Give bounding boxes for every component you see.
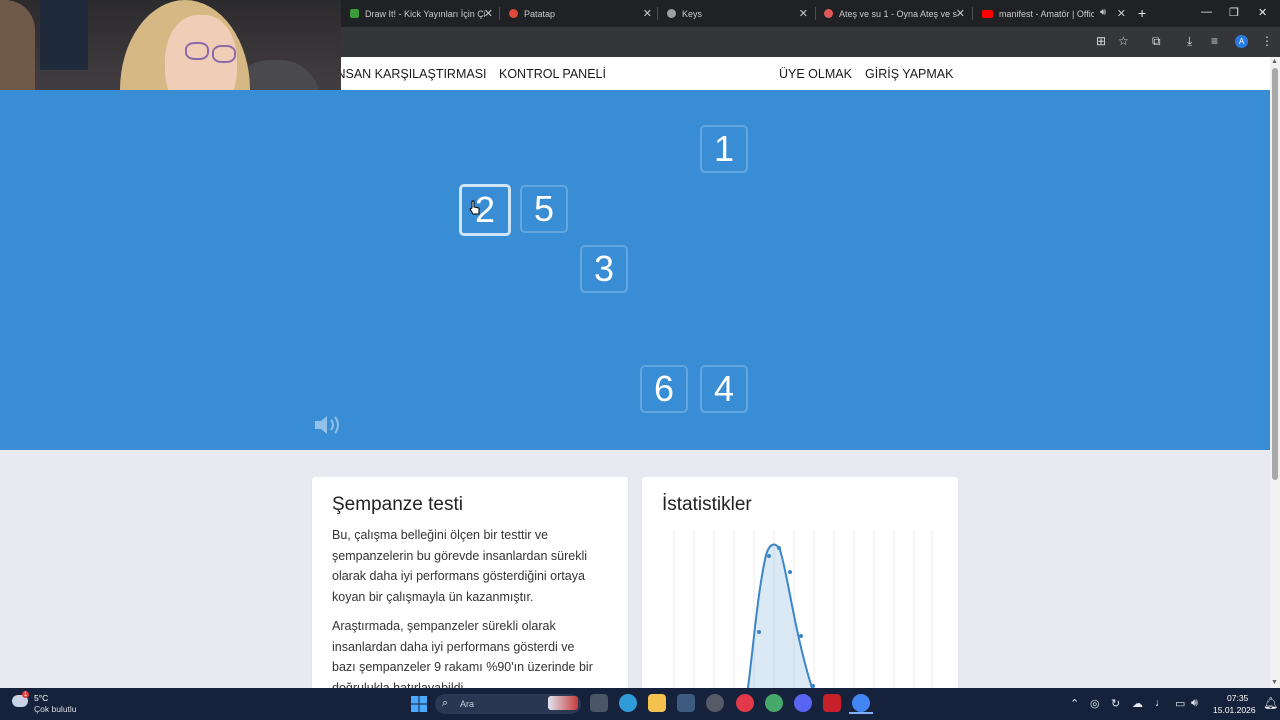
- browser-tab[interactable]: Ateş ve su 1 - Oyna Ateş ve su ✕: [824, 0, 967, 27]
- info-paragraph-2: Araştırmada, şempanzeler sürekli olarak …: [332, 619, 593, 688]
- nav-login[interactable]: GİRİŞ YAPMAK: [865, 67, 953, 81]
- scroll-up-icon[interactable]: ▲: [1271, 58, 1278, 65]
- close-icon[interactable]: ✕: [799, 7, 808, 20]
- tab-label: Ateş ve su 1 - Oyna Ateş ve su: [839, 8, 957, 19]
- tab-label: Keys: [682, 8, 703, 19]
- info-paragraph-1: Bu, çalışma belleğini ölçen bir testtir …: [332, 528, 588, 604]
- app-icon[interactable]: [823, 694, 841, 712]
- search-highlight-image: [548, 696, 578, 710]
- minimize-icon[interactable]: —: [1201, 6, 1212, 18]
- close-icon[interactable]: ✕: [484, 7, 493, 20]
- chrome-icon[interactable]: [852, 694, 870, 712]
- discord-icon[interactable]: [794, 694, 812, 712]
- tab-separator: [499, 7, 500, 20]
- active-app-indicator: [849, 712, 873, 714]
- onedrive-icon[interactable]: ☁: [1132, 697, 1143, 710]
- windows-start-icon[interactable]: [411, 696, 427, 712]
- obs-icon[interactable]: [706, 694, 724, 712]
- weather-alert-badge: 1: [22, 691, 29, 698]
- number-tile[interactable]: 5: [520, 185, 568, 233]
- nav-dashboard[interactable]: KONTROL PANELİ: [499, 67, 606, 81]
- close-icon[interactable]: ✕: [1117, 7, 1126, 20]
- weather-temp[interactable]: 5°C: [34, 693, 48, 703]
- browser-tab[interactable]: manifest - Amatör | Official 🔊︎ ✕: [982, 0, 1128, 27]
- browser-tab[interactable]: Patatap ✕: [509, 0, 654, 27]
- tray-app-icon[interactable]: ◎: [1090, 697, 1100, 710]
- scroll-down-icon[interactable]: ▼: [1271, 679, 1278, 686]
- taskbar-search-placeholder: Ara: [460, 699, 475, 709]
- nav-human-comparison[interactable]: İNSAN KARŞILAŞTIRMASI: [333, 67, 487, 81]
- browser-tab[interactable]: Keys ✕: [667, 0, 810, 27]
- speaker-icon[interactable]: 🔊︎: [1100, 7, 1106, 18]
- new-tab-button[interactable]: +: [1138, 5, 1146, 21]
- nav-signup[interactable]: ÜYE OLMAK: [779, 67, 852, 81]
- restore-icon[interactable]: ❐: [1229, 6, 1239, 19]
- globe-icon: [667, 9, 676, 18]
- stats-card-title: İstatistikler: [662, 494, 752, 515]
- tab-favicon-icon: [509, 9, 518, 18]
- hand-cursor-icon: [469, 200, 480, 215]
- network-icon[interactable]: ▭: [1175, 697, 1185, 710]
- search-icon: ⌕: [442, 697, 449, 709]
- stats-distribution-chart: [673, 530, 933, 688]
- tab-label: manifest - Amatör | Official: [999, 8, 1094, 19]
- weather-desc[interactable]: Çok bulutlu: [34, 704, 77, 714]
- tab-separator: [657, 7, 658, 20]
- tab-favicon-icon: [350, 9, 359, 18]
- microphone-icon[interactable]: ♩: [1155, 697, 1166, 709]
- file-explorer-icon[interactable]: [648, 694, 666, 712]
- tab-favicon-icon: [824, 9, 833, 18]
- close-window-icon[interactable]: ✕: [1258, 6, 1267, 19]
- number-tile[interactable]: 4: [700, 365, 748, 413]
- tab-separator: [972, 7, 973, 20]
- tab-separator: [815, 7, 816, 20]
- number-tile[interactable]: 6: [640, 365, 688, 413]
- tray-sync-icon[interactable]: ↻: [1111, 697, 1120, 710]
- pinterest-icon[interactable]: [736, 694, 754, 712]
- close-icon[interactable]: ✕: [956, 7, 965, 20]
- close-icon[interactable]: ✕: [643, 7, 652, 20]
- youtube-icon: [982, 9, 993, 18]
- tray-chevron-up-icon[interactable]: ⌃: [1070, 697, 1079, 710]
- profile-avatar[interactable]: A: [1235, 35, 1248, 48]
- number-tile-active[interactable]: 2: [459, 184, 511, 236]
- taskbar-time[interactable]: 07:35: [1227, 693, 1248, 703]
- menu-kebab-icon[interactable]: ⋮: [1261, 34, 1273, 48]
- taskbar-date[interactable]: 15.01.2026: [1213, 705, 1256, 715]
- notifications-bell-icon[interactable]: 🔔︎: [1263, 696, 1278, 710]
- number-tile[interactable]: 1: [700, 125, 748, 173]
- tab-label: Draw It! - Kick Yayınları İçin Çiz: [365, 8, 485, 19]
- translate-icon[interactable]: ⊞: [1096, 34, 1106, 48]
- number-tile[interactable]: 3: [580, 245, 628, 293]
- store-icon[interactable]: [677, 694, 695, 712]
- app-icon[interactable]: [765, 694, 783, 712]
- sound-icon[interactable]: [313, 413, 343, 437]
- windows-taskbar: [0, 688, 1280, 720]
- scrollbar-thumb[interactable]: [1272, 68, 1278, 480]
- extensions-icon[interactable]: ⧉: [1152, 34, 1161, 49]
- download-icon[interactable]: ⤓: [1187, 34, 1192, 49]
- volume-icon[interactable]: 🔊︎: [1191, 697, 1198, 710]
- task-view-icon[interactable]: [590, 694, 608, 712]
- chimp-test-board: [0, 90, 1270, 450]
- browser-tab[interactable]: Draw It! - Kick Yayınları İçin Çiz ✕: [350, 0, 495, 27]
- edge-browser-icon[interactable]: [619, 694, 637, 712]
- media-control-icon[interactable]: ≡: [1211, 34, 1218, 48]
- bookmark-star-icon[interactable]: ☆: [1118, 34, 1129, 48]
- tab-label: Patatap: [524, 8, 556, 19]
- info-card-title: Şempanze testi: [332, 494, 463, 515]
